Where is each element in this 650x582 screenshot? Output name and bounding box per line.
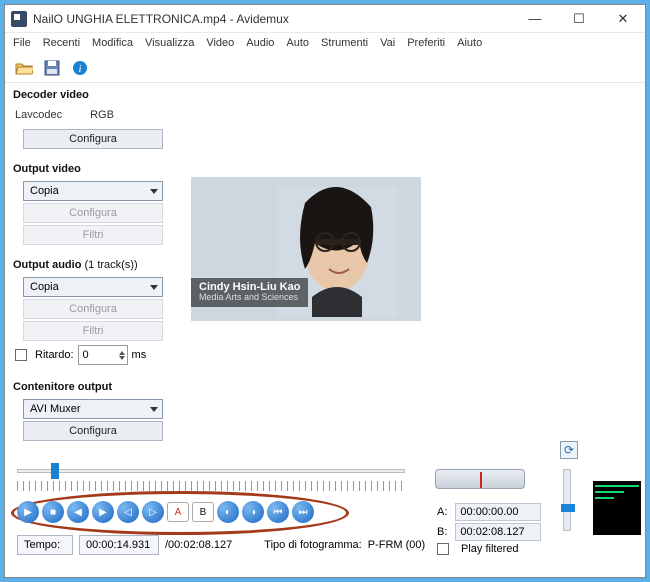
menu-fav[interactable]: Preferiti bbox=[407, 37, 445, 49]
preview-caption: Cindy Hsin-Liu Kao Media Arts and Scienc… bbox=[191, 278, 308, 307]
menu-view[interactable]: Visualizza bbox=[145, 37, 194, 49]
frametype-value: P-FRM (00) bbox=[368, 539, 425, 551]
next-frame-button[interactable]: ▶ bbox=[92, 501, 114, 523]
goto-end-button[interactable]: ⏭ bbox=[292, 501, 314, 523]
menu-video[interactable]: Video bbox=[206, 37, 234, 49]
titlebar: NailO UNGHIA ELETTRONICA.mp4 - Avidemux … bbox=[5, 5, 645, 33]
stop-button[interactable]: ■ bbox=[42, 501, 64, 523]
ab-panel: A: 00:00:00.00 B: 00:02:08.127 Play filter… bbox=[437, 501, 541, 557]
output-video-filters-button: Filtri bbox=[23, 225, 163, 245]
marker-a-value: 00:00:00.00 bbox=[455, 503, 541, 521]
volume-slider[interactable] bbox=[563, 469, 571, 531]
menu-tools[interactable]: Strumenti bbox=[321, 37, 368, 49]
timeline-ticks bbox=[17, 481, 405, 491]
menu-recent[interactable]: Recenti bbox=[43, 37, 80, 49]
app-window: NailO UNGHIA ELETTRONICA.mp4 - Avidemux … bbox=[4, 4, 646, 578]
output-audio-panel: Output audio (1 track(s)) Copia Configur… bbox=[13, 259, 173, 365]
set-marker-b-button[interactable]: B bbox=[192, 502, 214, 522]
goto-start-button[interactable]: ⏮ bbox=[267, 501, 289, 523]
refresh-vu-button[interactable]: ⟳ bbox=[560, 441, 578, 459]
vu-meter bbox=[593, 481, 641, 535]
tempo-label: Tempo: bbox=[17, 535, 73, 555]
decoder-config-button[interactable]: Configura bbox=[23, 129, 163, 149]
marker-b-label: B: bbox=[437, 526, 447, 538]
svg-text:i: i bbox=[78, 63, 81, 75]
menu-help[interactable]: Aiuto bbox=[457, 37, 482, 49]
output-audio-filters-button: Filtri bbox=[23, 321, 163, 341]
output-video-config-button: Configura bbox=[23, 203, 163, 223]
menu-audio[interactable]: Audio bbox=[246, 37, 274, 49]
open-icon[interactable] bbox=[13, 57, 35, 79]
minimize-button[interactable]: — bbox=[513, 5, 557, 32]
menu-file[interactable]: File bbox=[13, 37, 31, 49]
toolbar: i bbox=[5, 53, 645, 83]
output-video-value: Copia bbox=[30, 185, 59, 197]
timeline[interactable] bbox=[17, 463, 405, 483]
set-marker-a-button[interactable]: A bbox=[167, 502, 189, 522]
volume-thumb[interactable] bbox=[561, 504, 575, 512]
output-audio-select[interactable]: Copia bbox=[23, 277, 163, 297]
menu-go[interactable]: Vai bbox=[380, 37, 395, 49]
time-total: /00:02:08.127 bbox=[165, 539, 232, 551]
video-preview: Cindy Hsin-Liu Kao Media Arts and Scienc… bbox=[191, 177, 421, 321]
marker-a-label: A: bbox=[437, 506, 447, 518]
time-input[interactable]: 00:00:14.931 bbox=[79, 535, 159, 555]
prev-keyframe-button[interactable]: ◁ bbox=[117, 501, 139, 523]
container-panel: Contenitore output AVI Muxer Configura bbox=[13, 381, 173, 443]
info-icon[interactable]: i bbox=[69, 57, 91, 79]
prev-black-button[interactable]: ◐ bbox=[217, 501, 239, 523]
preview-dept: Media Arts and Sciences bbox=[199, 293, 300, 303]
play-button[interactable]: ▶ bbox=[17, 501, 39, 523]
container-value: AVI Muxer bbox=[30, 403, 81, 415]
output-video-panel: Output video Copia Configura Filtri bbox=[13, 163, 173, 247]
container-config-button[interactable]: Configura bbox=[23, 421, 163, 441]
decoder-panel: Decoder video Lavcodec RGB Configura bbox=[13, 89, 173, 151]
close-button[interactable]: ✕ bbox=[601, 5, 645, 32]
decoder-heading: Decoder video bbox=[13, 89, 173, 101]
frametype-label: Tipo di fotogramma: bbox=[264, 539, 361, 551]
next-black-button[interactable]: ◑ bbox=[242, 501, 264, 523]
timeline-thumb[interactable] bbox=[51, 463, 59, 479]
play-filtered-label: Play filtered bbox=[461, 543, 518, 555]
menubar: File Recenti Modifica Visualizza Video A… bbox=[5, 33, 645, 53]
decoder-colorspace: RGB bbox=[90, 109, 114, 121]
transport-buttons: ▶ ■ ◀ ▶ ◁ ▷ A B ◐ ◑ ⏮ ⏭ bbox=[17, 501, 314, 523]
prev-frame-button[interactable]: ◀ bbox=[67, 501, 89, 523]
delay-label: Ritardo: bbox=[35, 349, 74, 361]
container-select[interactable]: AVI Muxer bbox=[23, 399, 163, 419]
output-audio-value: Copia bbox=[30, 281, 59, 293]
next-keyframe-button[interactable]: ▷ bbox=[142, 501, 164, 523]
play-filtered-checkbox[interactable] bbox=[437, 543, 449, 555]
output-video-heading: Output video bbox=[13, 163, 173, 175]
decoder-lib: Lavcodec bbox=[15, 109, 62, 121]
marker-b-value: 00:02:08.127 bbox=[455, 523, 541, 541]
window-buttons: — ☐ ✕ bbox=[513, 5, 645, 32]
output-audio-config-button: Configura bbox=[23, 299, 163, 319]
container-heading: Contenitore output bbox=[13, 381, 173, 393]
delay-spin[interactable]: 0 bbox=[78, 345, 128, 365]
tempo-row: Tempo: 00:00:14.931 /00:02:08.127 Tipo d… bbox=[17, 535, 425, 555]
delay-checkbox[interactable] bbox=[15, 349, 27, 361]
output-video-select[interactable]: Copia bbox=[23, 181, 163, 201]
maximize-button[interactable]: ☐ bbox=[557, 5, 601, 32]
save-icon[interactable] bbox=[41, 57, 63, 79]
output-audio-heading: Output audio (1 track(s)) bbox=[13, 259, 173, 271]
jog-wheel[interactable] bbox=[435, 469, 525, 489]
delay-unit: ms bbox=[132, 349, 147, 361]
app-icon bbox=[11, 11, 27, 27]
menu-auto[interactable]: Auto bbox=[286, 37, 309, 49]
window-title: NailO UNGHIA ELETTRONICA.mp4 - Avidemux bbox=[33, 12, 513, 26]
menu-edit[interactable]: Modifica bbox=[92, 37, 133, 49]
content: Decoder video Lavcodec RGB Configura Out… bbox=[5, 83, 645, 577]
